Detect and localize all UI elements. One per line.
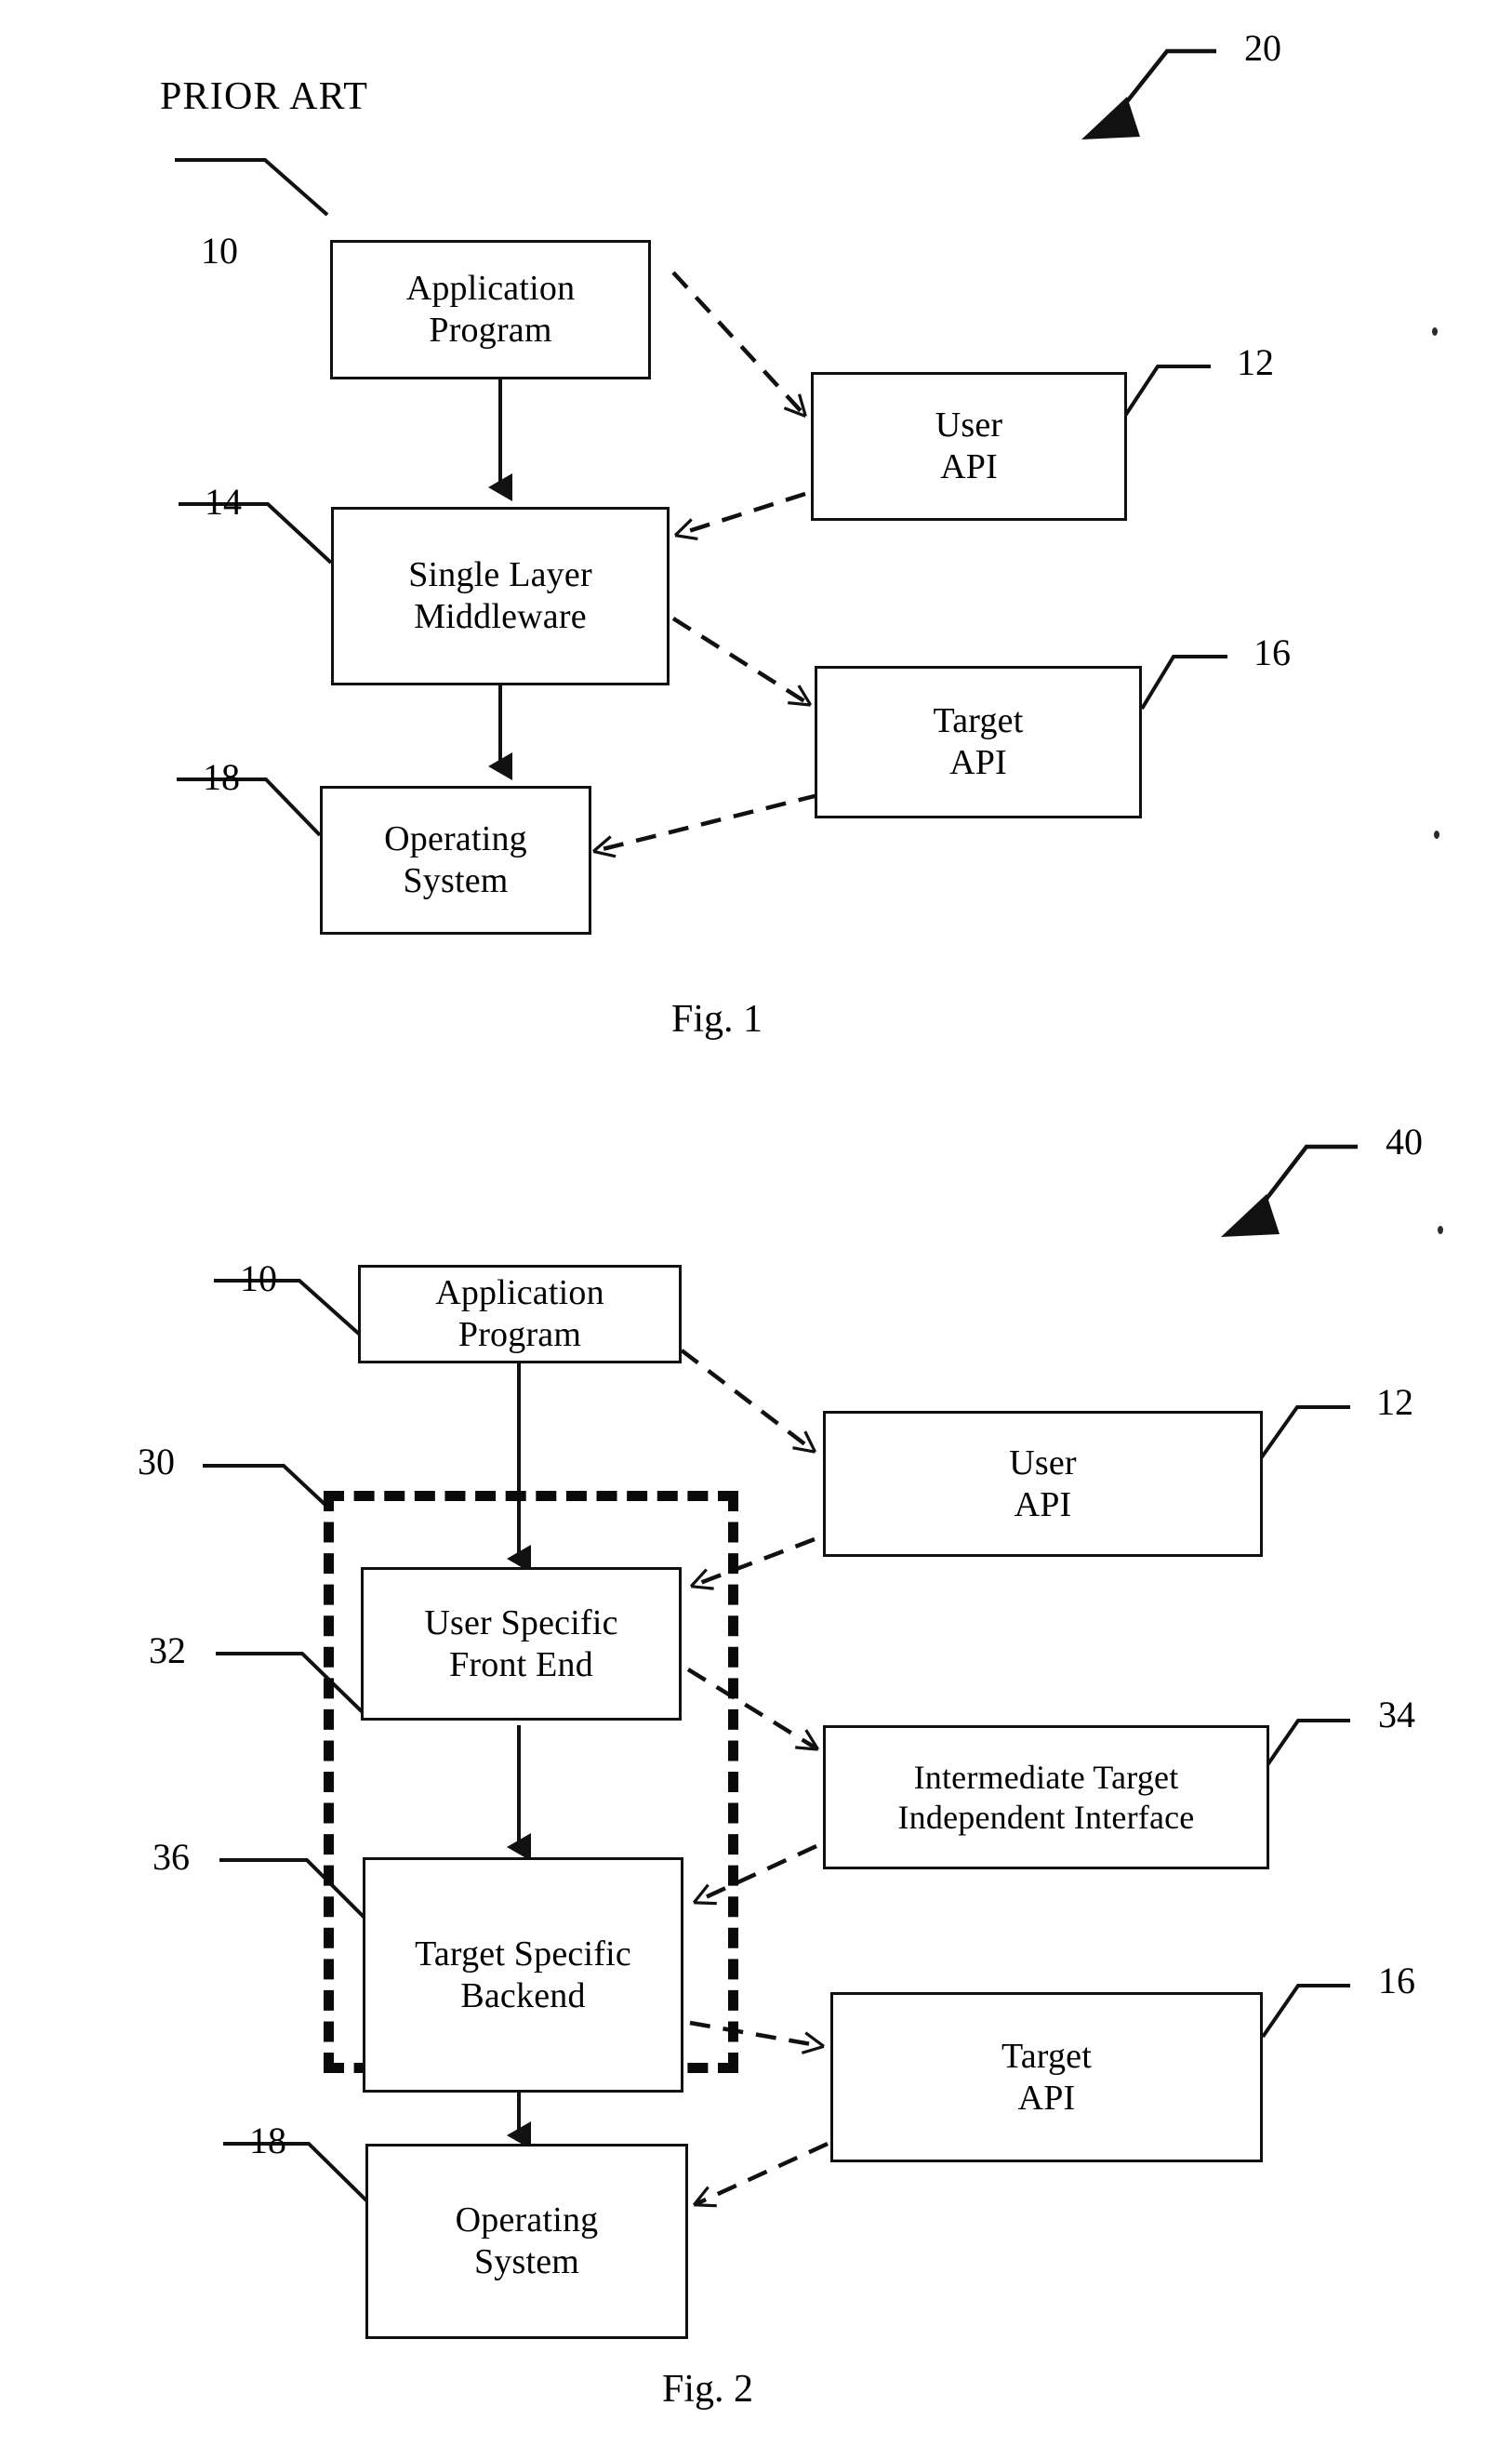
fig1-leader-16 xyxy=(1140,655,1227,711)
fig2-application-program-line1: Application xyxy=(435,1273,604,1313)
fig2-intermediate-interface-line2: Independent Interface xyxy=(897,1798,1195,1836)
fig1-operating-system-box: Operating System xyxy=(320,786,591,935)
patent-drawing-sheet: PRIOR ART 20 Application Program 10 User… xyxy=(0,0,1512,2459)
fig1-assembly-ref-20: 20 xyxy=(1244,27,1281,69)
fig1-target-api-line2: API xyxy=(949,743,1007,782)
fig2-leader-34 xyxy=(1261,1719,1350,1774)
connector-layer xyxy=(175,48,1358,2208)
fig2-target-api-line1: Target xyxy=(1001,2036,1093,2076)
scan-speck xyxy=(1438,1226,1443,1234)
fig1-leader-14 xyxy=(179,502,333,565)
fig1-dashed-userapi-to-middleware xyxy=(673,491,806,540)
fig2-application-program-box: Application Program xyxy=(358,1265,682,1363)
fig2-application-program-line2: Program xyxy=(458,1315,582,1354)
scan-speck xyxy=(1434,831,1439,839)
fig1-operating-system-line2: System xyxy=(403,861,509,900)
fig2-leader-30 xyxy=(203,1464,329,1509)
fig1-ref-18: 18 xyxy=(203,756,240,798)
fig2-leader-12 xyxy=(1259,1405,1350,1460)
fig2-target-api-box: Target API xyxy=(830,1992,1263,2162)
fig1-ref-16: 16 xyxy=(1253,631,1291,673)
fig1-application-program-box: Application Program xyxy=(330,240,651,379)
fig1-target-api-line1: Target xyxy=(933,701,1024,741)
fig1-user-api-line2: API xyxy=(940,447,998,486)
fig1-ref-12: 12 xyxy=(1237,341,1274,383)
fig1-single-layer-middleware-line1: Single Layer xyxy=(408,555,592,595)
fig2-ref-34: 34 xyxy=(1378,1694,1415,1735)
fig2-operating-system-line1: Operating xyxy=(455,2200,599,2240)
fig2-ref-18: 18 xyxy=(249,2120,286,2161)
fig2-target-specific-backend-line1: Target Specific xyxy=(415,1934,631,1974)
fig1-single-layer-middleware-line2: Middleware xyxy=(414,597,587,636)
fig1-operating-system-line1: Operating xyxy=(384,819,527,859)
fig2-operating-system-line2: System xyxy=(473,2242,580,2281)
fig1-target-api-box: Target API xyxy=(815,666,1142,818)
fig2-user-api-box: User API xyxy=(823,1411,1263,1557)
fig1-ref-10: 10 xyxy=(201,230,238,272)
fig2-user-specific-front-end-line2: Front End xyxy=(449,1644,593,1684)
fig1-caption: Fig. 1 xyxy=(671,998,763,1041)
fig1-user-api-box: User API xyxy=(811,372,1127,521)
fig2-intermediate-interface-line1: Intermediate Target xyxy=(913,1759,1179,1797)
fig2-leader-18 xyxy=(223,2142,370,2204)
fig2-target-api-line2: API xyxy=(1017,2078,1076,2118)
fig2-target-specific-backend-line2: Backend xyxy=(460,1975,586,2015)
fig1-ref-14: 14 xyxy=(205,481,242,523)
fig1-application-program-line1: Application xyxy=(405,269,576,309)
fig2-assembly-leader-40 xyxy=(1221,1144,1358,1237)
fig2-user-api-line2: API xyxy=(1014,1484,1072,1524)
prior-art-label: PRIOR ART xyxy=(160,75,369,118)
fig2-user-specific-front-end-line1: User Specific xyxy=(424,1602,618,1642)
fig2-dashed-targetapi-to-os xyxy=(692,2141,829,2208)
fig1-assembly-leader-20 xyxy=(1081,48,1216,140)
fig2-ref-30: 30 xyxy=(138,1441,175,1482)
fig2-user-api-line1: User xyxy=(1009,1442,1077,1482)
fig2-ref-36: 36 xyxy=(153,1836,190,1878)
fig1-dashed-middleware-to-targetapi xyxy=(671,617,813,707)
fig1-dashed-targetapi-to-os xyxy=(592,792,819,858)
fig2-ref-32: 32 xyxy=(149,1629,186,1671)
fig2-leader-16 xyxy=(1261,1984,1350,2039)
fig2-intermediate-target-independent-interface-box: Intermediate Target Independent Interfac… xyxy=(823,1725,1269,1869)
fig2-ref-10: 10 xyxy=(240,1257,277,1299)
fig2-ref-16: 16 xyxy=(1378,1960,1415,2001)
fig1-leader-18 xyxy=(177,778,322,837)
fig1-leader-10 xyxy=(175,158,329,217)
fig1-dashed-app-to-userapi xyxy=(671,271,807,418)
scan-speck xyxy=(1432,327,1438,336)
fig2-target-specific-backend-box: Target Specific Backend xyxy=(363,1857,683,2093)
fig1-application-program-line2: Program xyxy=(429,311,552,350)
fig2-user-specific-front-end-box: User Specific Front End xyxy=(361,1567,682,1721)
fig1-single-layer-middleware-box: Single Layer Middleware xyxy=(331,507,670,685)
fig2-leader-10 xyxy=(214,1279,363,1337)
fig2-ref-12: 12 xyxy=(1376,1381,1413,1423)
fig2-assembly-ref-40: 40 xyxy=(1386,1121,1423,1163)
fig2-dashed-app-to-userapi xyxy=(680,1349,817,1454)
fig1-user-api-line1: User xyxy=(935,405,1003,445)
fig2-caption: Fig. 2 xyxy=(662,2368,754,2411)
fig1-leader-12 xyxy=(1121,365,1211,420)
fig2-operating-system-box: Operating System xyxy=(365,2144,688,2339)
